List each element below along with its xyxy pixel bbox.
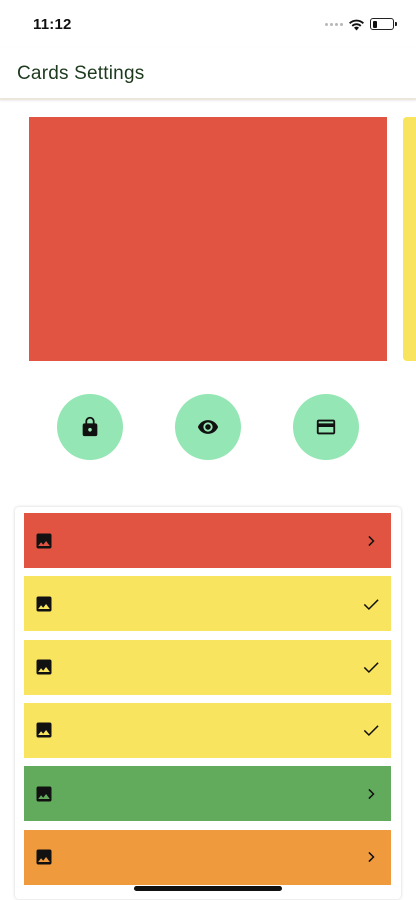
card-list-item[interactable] bbox=[24, 766, 391, 822]
battery-level bbox=[372, 20, 378, 28]
card-list-item[interactable] bbox=[24, 829, 391, 885]
status-icons bbox=[325, 16, 397, 32]
app-bar: Cards Settings bbox=[0, 48, 416, 100]
card-actions bbox=[0, 394, 416, 460]
chevron-right-icon bbox=[361, 531, 381, 551]
image-icon bbox=[34, 531, 54, 551]
next-card-peek[interactable] bbox=[403, 117, 416, 361]
card-list-item[interactable] bbox=[24, 513, 391, 568]
chevron-right-icon bbox=[361, 784, 381, 804]
check-icon bbox=[361, 594, 381, 614]
credit-card-icon bbox=[316, 419, 336, 435]
card-list-item[interactable] bbox=[24, 639, 391, 695]
image-icon bbox=[34, 847, 54, 867]
current-card[interactable] bbox=[29, 117, 387, 361]
battery-icon bbox=[370, 18, 397, 30]
status-time: 11:12 bbox=[33, 16, 72, 33]
card-list-item[interactable] bbox=[24, 576, 391, 632]
card-list bbox=[15, 507, 401, 899]
card-list-item[interactable] bbox=[24, 702, 391, 758]
visibility-button[interactable] bbox=[175, 394, 241, 460]
image-icon bbox=[34, 784, 54, 804]
card-button[interactable] bbox=[293, 394, 359, 460]
status-bar: 11:12 bbox=[0, 0, 416, 48]
image-icon bbox=[34, 594, 54, 614]
check-icon bbox=[361, 720, 381, 740]
signal-dots-icon bbox=[325, 22, 343, 26]
page-title: Cards Settings bbox=[17, 63, 145, 84]
lock-icon bbox=[82, 416, 98, 437]
image-icon bbox=[34, 720, 54, 740]
image-icon bbox=[34, 657, 54, 677]
chevron-right-icon bbox=[361, 847, 381, 867]
check-icon bbox=[361, 657, 381, 677]
home-indicator bbox=[134, 886, 282, 891]
wifi-icon bbox=[349, 19, 364, 30]
lock-button[interactable] bbox=[57, 394, 123, 460]
eye-icon bbox=[197, 420, 219, 434]
